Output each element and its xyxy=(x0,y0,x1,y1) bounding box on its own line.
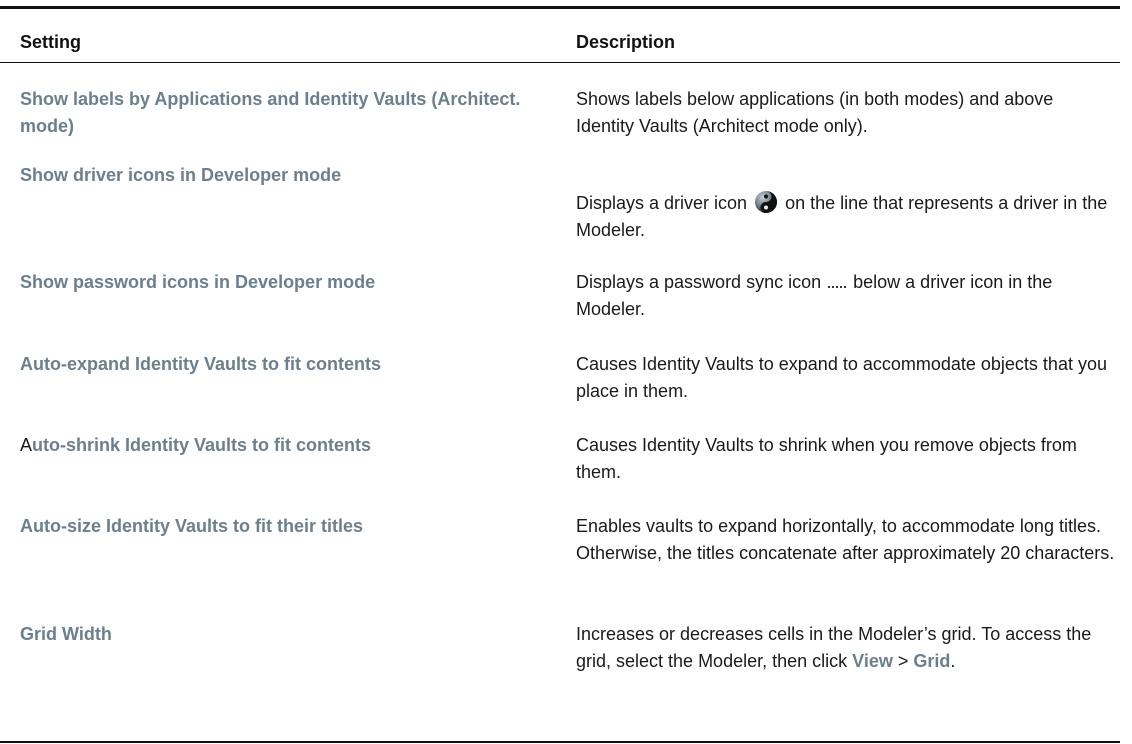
description-show-password-icons: Displays a password sync icon below a dr… xyxy=(576,269,1116,323)
description-text: Displays a password sync icon xyxy=(576,272,822,292)
description-show-labels: Shows labels below applications (in both… xyxy=(576,89,1054,136)
description-text: Displays a driver icon xyxy=(576,193,748,213)
table-bottom-rule xyxy=(0,741,1120,743)
description-show-driver-icons: Displays a driver icon on the line that … xyxy=(576,190,1116,244)
view-menu-link[interactable]: View xyxy=(852,651,893,671)
description-auto-size: Enables vaults to expand horizontally, t… xyxy=(576,516,1115,563)
setting-show-labels: Show labels by Applications and Identity… xyxy=(20,89,521,136)
description-text: Increases or decreases cells in the Mode… xyxy=(576,624,1092,671)
header-rule xyxy=(0,62,1120,63)
description-grid-width: Increases or decreases cells in the Mode… xyxy=(576,621,1116,675)
header-description: Description xyxy=(576,32,676,52)
menu-separator: > xyxy=(897,651,909,671)
table-top-rule xyxy=(0,6,1120,9)
yin-yang-driver-icon xyxy=(754,190,778,214)
setting-auto-shrink: Auto-shrink Identity Vaults to fit conte… xyxy=(20,435,372,455)
header-setting: Setting xyxy=(20,32,81,52)
setting-show-driver-icons: Show driver icons in Developer mode xyxy=(20,165,342,185)
description-auto-expand: Causes Identity Vaults to expand to acco… xyxy=(576,354,1107,401)
sentence-end: . xyxy=(950,651,956,671)
setting-auto-expand: Auto-expand Identity Vaults to fit conte… xyxy=(20,354,382,374)
password-sync-icon xyxy=(828,280,847,288)
setting-show-password-icons: Show password icons in Developer mode xyxy=(20,272,376,292)
description-auto-shrink: Causes Identity Vaults to shrink when yo… xyxy=(576,435,1077,482)
setting-grid-width: Grid Width xyxy=(20,624,112,644)
setting-auto-size: Auto-size Identity Vaults to fit their t… xyxy=(20,516,364,536)
grid-menu-link[interactable]: Grid xyxy=(913,651,950,671)
